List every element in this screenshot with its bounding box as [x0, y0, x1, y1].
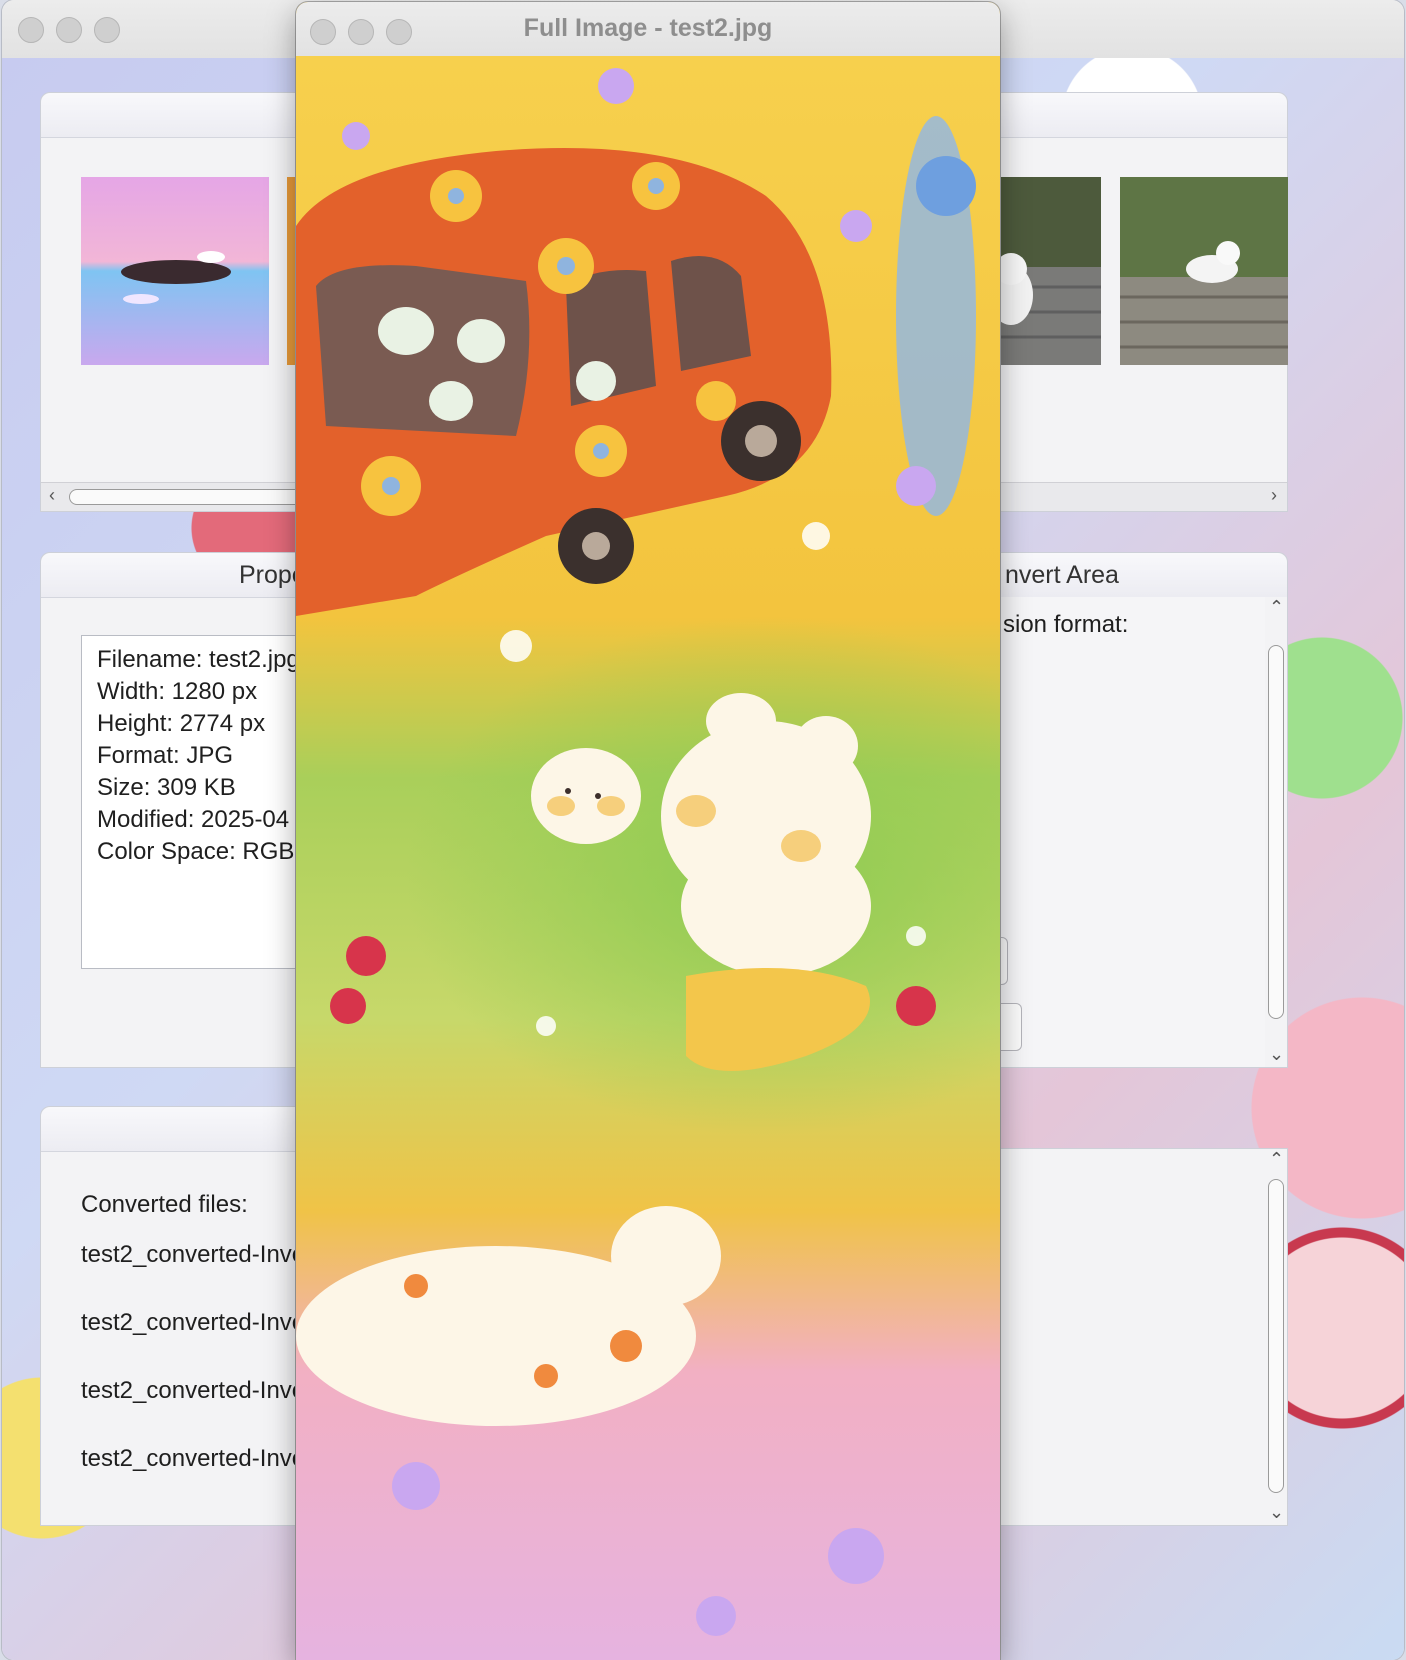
converted-file-1[interactable]: test2_converted-Inve [81, 1241, 305, 1269]
scroll-left-icon[interactable]: ‹ [49, 485, 55, 506]
converted-files-scrollbar[interactable]: ⌃ ⌄ [1265, 1149, 1287, 1525]
property-filename: Filename: test2.jpg [97, 646, 300, 673]
property-color-space: Color Space: RGB [97, 838, 295, 865]
converted-file-2[interactable]: test2_converted-Inve [81, 1309, 305, 1337]
convert-area-panel: nvert Area sion format: t ⌃ ⌄ [992, 552, 1288, 1068]
minimize-button[interactable] [56, 17, 82, 43]
converted-files-panel: Converted files: test2_converted-Inve te… [40, 1106, 320, 1526]
zoom-button[interactable] [94, 17, 120, 43]
convert-area-header: nvert Area [993, 553, 1287, 598]
full-image-window: Full Image - test2.jpg [296, 2, 1000, 1660]
convert-area-scrollbar[interactable]: ⌃ ⌄ [1265, 597, 1287, 1067]
conversion-format-label: sion format: [1003, 611, 1129, 638]
convert-scroll-thumb[interactable] [1268, 645, 1284, 1019]
thumbnail-4[interactable] [1120, 177, 1288, 365]
property-width: Width: 1280 px [97, 678, 258, 705]
scroll-right-icon[interactable]: › [1271, 485, 1277, 506]
converted-file-3[interactable]: test2_converted-Inve [81, 1377, 305, 1405]
full-image-titlebar: Full Image - test2.jpg [296, 2, 1000, 57]
property-format: Format: JPG [97, 742, 234, 769]
horizontal-scroll-thumb[interactable] [69, 489, 331, 505]
scroll-up-icon[interactable]: ⌃ [1269, 597, 1284, 618]
converted-files-header [41, 1107, 319, 1152]
scroll-up-icon[interactable]: ⌃ [1269, 1149, 1284, 1170]
property-modified: Modified: 2025-04 [97, 806, 290, 833]
property-size: Size: 309 KB [97, 774, 236, 801]
thumbnail-1[interactable] [81, 177, 269, 365]
full-image-painting [296, 56, 1000, 1660]
converted-scroll-thumb[interactable] [1268, 1179, 1284, 1493]
full-image-title: Full Image - test2.jpg [523, 14, 773, 42]
properties-panel: Prope Filename: test2.jpg Width: 1280 px… [40, 552, 341, 1068]
convert-area-title: nvert Area [1005, 561, 1119, 589]
converted-file-4[interactable]: test2_converted-Inve [81, 1445, 305, 1473]
converted-files-right: ⌃ ⌄ [992, 1148, 1288, 1526]
properties-panel-header: Prope [41, 553, 319, 598]
converted-files-label: Converted files: [81, 1191, 248, 1218]
close-button[interactable] [18, 17, 44, 43]
property-height: Height: 2774 px [97, 710, 266, 737]
scroll-down-icon[interactable]: ⌄ [1269, 1044, 1284, 1065]
scroll-down-icon[interactable]: ⌄ [1269, 1502, 1284, 1523]
convert-area-content: sion format: t [993, 597, 1265, 1067]
